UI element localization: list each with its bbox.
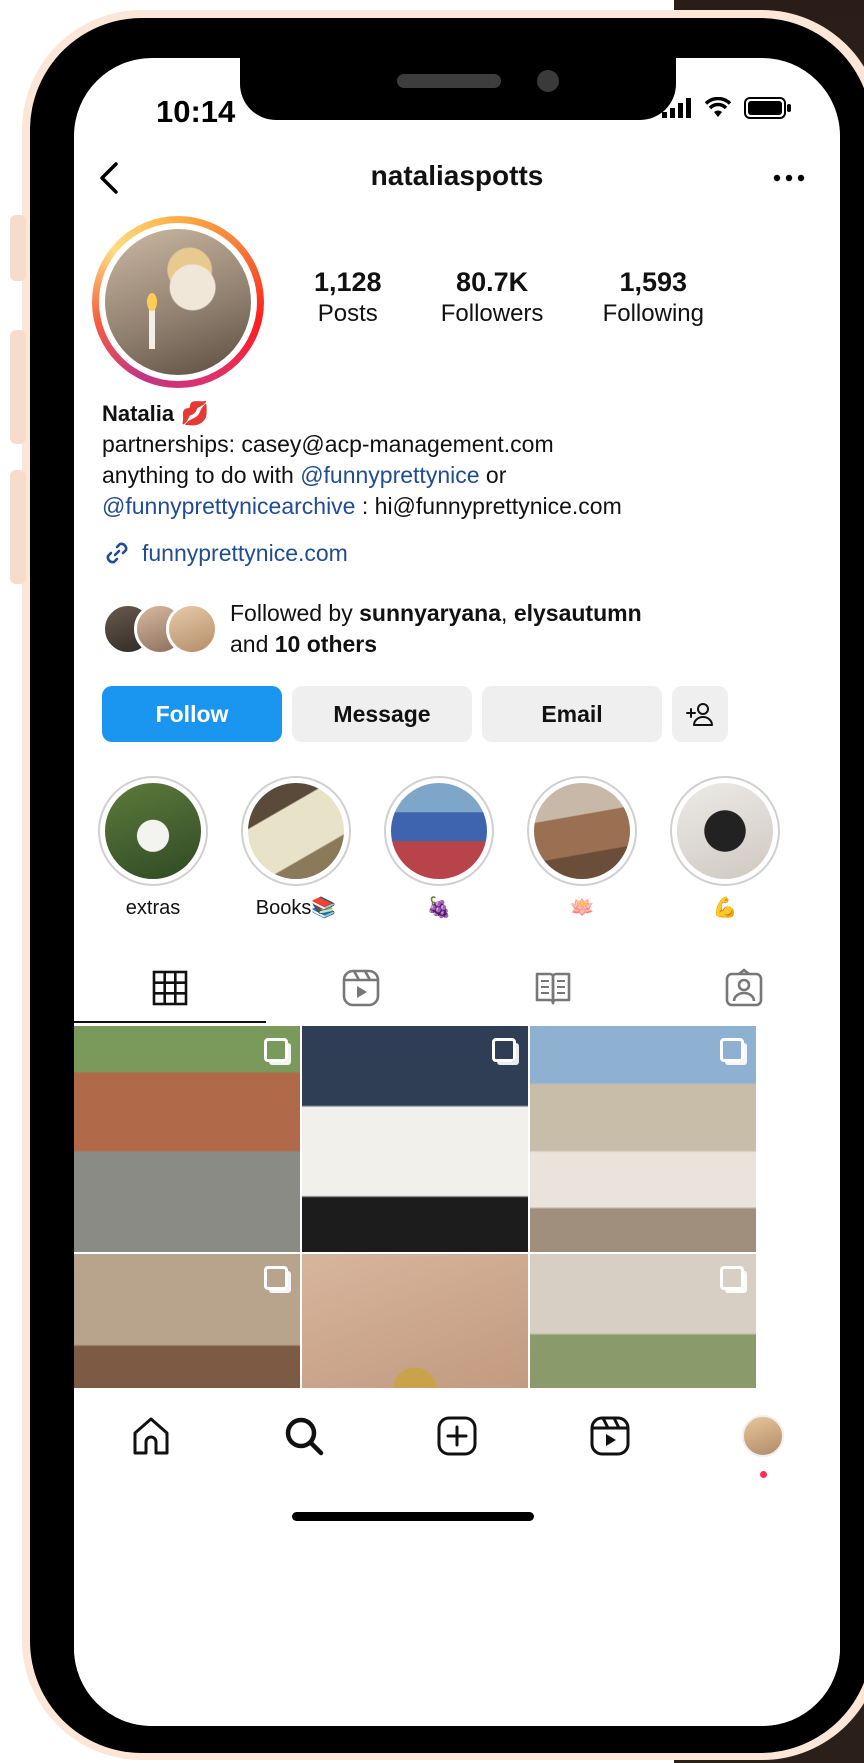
highlight-cover [677, 783, 773, 879]
highlight-cover [534, 783, 630, 879]
followed-by-row[interactable]: Followed by sunnyaryana, elysautumn and … [102, 598, 642, 660]
link-icon [106, 542, 128, 564]
add-person-icon [686, 703, 713, 726]
nav-search[interactable] [274, 1406, 334, 1466]
home-indicator[interactable] [292, 1512, 534, 1521]
profile-username: nataliaspotts [370, 160, 544, 191]
reels-icon [590, 1416, 630, 1456]
post-thumbnail[interactable] [74, 1026, 300, 1252]
avatar-photo [105, 229, 251, 375]
guides-icon [535, 972, 571, 1005]
volume-up-button [10, 330, 26, 444]
posts-count: 1,128 [314, 267, 382, 297]
notification-dot [760, 1471, 768, 1478]
highlight-label: 🍇 [426, 897, 452, 919]
highlight-cover [105, 783, 201, 879]
posts-stat[interactable]: 1,128 Posts [314, 266, 382, 330]
story-highlights: extras Books📚 🍇 🪷 💪 [98, 776, 840, 922]
mutual-avatar [166, 603, 218, 655]
highlight-label: extras [125, 897, 181, 919]
carousel-icon [720, 1038, 744, 1062]
website-url: funnyprettynice.com [142, 539, 348, 566]
post-thumbnail[interactable] [530, 1026, 756, 1252]
notch [240, 58, 676, 120]
nav-profile[interactable] [733, 1406, 793, 1478]
battery-icon [744, 97, 791, 119]
tab-reels[interactable] [266, 953, 458, 1023]
tab-posts-grid[interactable] [74, 953, 266, 1023]
carousel-icon [264, 1266, 288, 1290]
post-thumbnail[interactable] [302, 1026, 528, 1252]
highlight-label: 💪 [712, 897, 738, 919]
website-link[interactable]: funnyprettynice.com [102, 538, 348, 568]
status-icons [662, 96, 792, 120]
mention-link[interactable]: @funnyprettynice [300, 462, 479, 488]
highlight-books[interactable]: Books📚 [241, 776, 351, 922]
tab-guides[interactable] [457, 953, 649, 1023]
bio-text: or [479, 462, 507, 488]
bio-line-partnerships: partnerships: casey@acp-management.com [102, 431, 554, 457]
posts-label: Posts [317, 300, 378, 327]
reels-icon [342, 969, 380, 1007]
front-camera [537, 70, 559, 92]
profile-avatar-small [742, 1415, 785, 1457]
carousel-icon [720, 1266, 744, 1290]
highlight-cover [248, 783, 344, 879]
nav-create[interactable] [427, 1406, 487, 1466]
follow-button[interactable]: Follow [102, 686, 282, 742]
profile-avatar[interactable] [92, 216, 264, 388]
following-count: 1,593 [619, 267, 688, 297]
followers-label: Followers [440, 300, 544, 327]
wifi-icon [704, 97, 732, 117]
following-stat[interactable]: 1,593 Following [603, 266, 704, 330]
screen: 10:14 nataliaspotts 1,128 Posts 80.7K Fo… [74, 58, 840, 1726]
search-icon [285, 1417, 324, 1456]
lips-emoji: 💋 [180, 400, 210, 426]
more-options-icon[interactable] [772, 172, 806, 184]
bio-text: anything to do with [102, 462, 301, 488]
tab-tagged[interactable] [649, 953, 841, 1023]
status-time: 10:14 [156, 94, 236, 129]
highlight-fitness[interactable]: 💪 [670, 776, 780, 922]
highlight-grapes[interactable]: 🍇 [384, 776, 494, 922]
highlight-cover [391, 783, 487, 879]
volume-down-button [10, 470, 26, 584]
followed-by-text: Followed by sunnyaryana, elysautumn and … [230, 600, 642, 657]
tagged-icon [725, 968, 763, 1007]
highlight-label: 🪷 [569, 897, 595, 919]
carousel-icon [264, 1038, 288, 1062]
bio-text: : hi@funnyprettynice.com [355, 493, 622, 519]
home-icon [133, 1417, 169, 1455]
mention-link[interactable]: @funnyprettynicearchive [102, 493, 355, 519]
carousel-icon [492, 1038, 516, 1062]
speaker [397, 74, 501, 88]
nav-home[interactable] [121, 1406, 181, 1466]
bottom-navigation [74, 1388, 840, 1726]
followers-stat[interactable]: 80.7K Followers [441, 266, 544, 330]
mute-switch [10, 215, 26, 281]
highlight-lotus[interactable]: 🪷 [527, 776, 637, 922]
message-button[interactable]: Message [292, 686, 472, 742]
email-button[interactable]: Email [482, 686, 662, 742]
followers-count: 80.7K [456, 267, 529, 297]
create-post-icon [437, 1416, 477, 1456]
following-label: Following [602, 300, 704, 327]
profile-name: Natalia [102, 401, 175, 426]
nav-reels[interactable] [580, 1406, 640, 1466]
suggested-users-button[interactable] [672, 686, 728, 742]
highlight-extras[interactable]: extras [98, 776, 208, 922]
profile-bio: Natalia 💋 partnerships: casey@acp-manage… [102, 398, 802, 522]
mutual-avatars [102, 603, 218, 655]
profile-actions: Follow Message Email [102, 686, 728, 742]
highlight-label: Books📚 [255, 897, 337, 919]
profile-stats: 1,128 Posts 80.7K Followers 1,593 Follow… [314, 266, 704, 330]
profile-tabs [74, 953, 840, 1023]
grid-icon [152, 970, 188, 1006]
